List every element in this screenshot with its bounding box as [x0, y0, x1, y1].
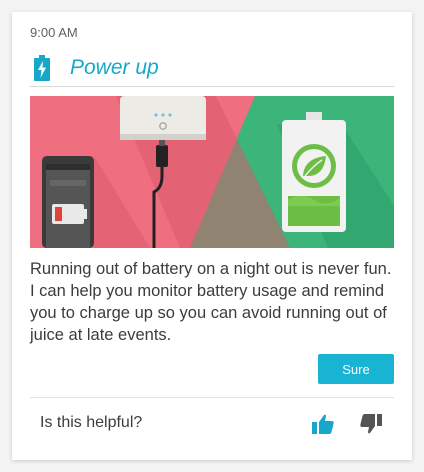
phone-graphic: [42, 156, 94, 248]
header-divider: [30, 86, 394, 87]
card-title: Power up: [70, 56, 159, 79]
battery-leaf-graphic: [282, 112, 346, 232]
hero-image: [30, 96, 394, 248]
card-header: Power up: [30, 52, 394, 84]
timestamp: 9:00 AM: [30, 25, 78, 40]
sure-button[interactable]: Sure: [318, 354, 394, 384]
feedback-prompt: Is this helpful?: [40, 414, 143, 431]
suggestion-card: 9:00 AM Power up Running out of battery …: [12, 12, 412, 460]
battery-charging-icon: [34, 55, 50, 81]
card-body-text: Running out of battery on a night out is…: [30, 260, 392, 344]
thumbs-up-icon[interactable]: [311, 412, 335, 436]
thumbs-down-icon[interactable]: [359, 412, 383, 436]
feedback-divider: [30, 397, 394, 398]
power-bank-graphic: [120, 96, 206, 140]
